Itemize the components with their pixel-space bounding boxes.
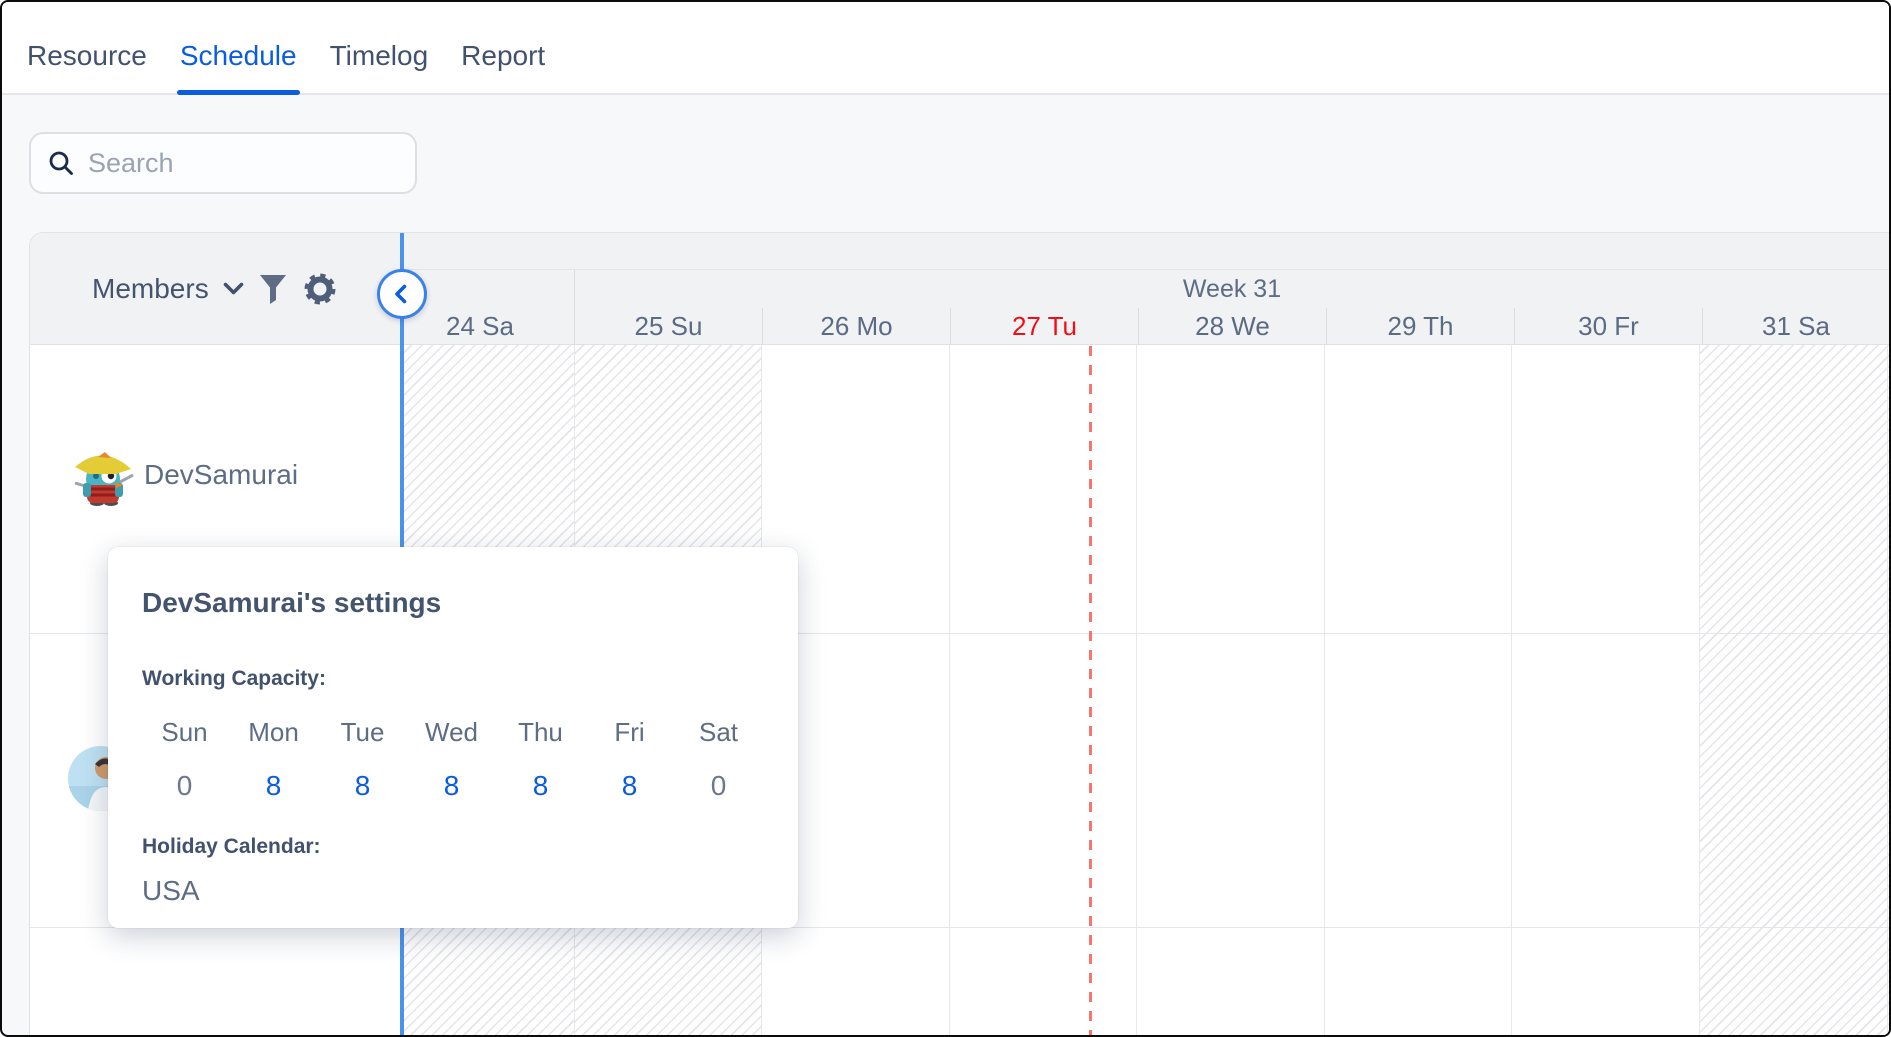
chevron-left-icon: [391, 283, 413, 305]
capacity-col: Thu 8: [496, 717, 585, 802]
tab-timelog[interactable]: Timelog: [330, 18, 429, 93]
capacity-day: Fri: [585, 717, 674, 748]
day-header[interactable]: 26 Mo: [762, 308, 950, 345]
tooltip-title: DevSamurai's settings: [142, 587, 441, 619]
tab-bar: Resource Schedule Timelog Report: [2, 2, 1889, 95]
capacity-col: Sat 0: [674, 717, 763, 802]
capacity-day: Sun: [140, 717, 229, 748]
capacity-value[interactable]: 8: [407, 770, 496, 802]
day-header-row: 24 Sa 25 Su 26 Mo 27 Tu 28 We 29 Th 30 F…: [386, 308, 1889, 345]
capacity-day: Thu: [496, 717, 585, 748]
capacity-value[interactable]: 0: [140, 770, 229, 802]
chevron-down-icon[interactable]: [223, 282, 244, 296]
capacity-value[interactable]: 8: [318, 770, 407, 802]
capacity-day: Sat: [674, 717, 763, 748]
gear-icon[interactable]: [302, 271, 338, 307]
capacity-col: Sun 0: [140, 717, 229, 802]
gridline: [1887, 345, 1888, 1035]
member-name[interactable]: DevSamurai: [144, 459, 298, 491]
day-header[interactable]: 29 Th: [1326, 308, 1514, 345]
members-header: Members: [92, 233, 338, 345]
week-header-row: Week 31: [402, 270, 1889, 308]
capacity-day: Mon: [229, 717, 318, 748]
gridline: [1511, 345, 1512, 1035]
tab-schedule[interactable]: Schedule: [180, 18, 297, 93]
tab-resource[interactable]: Resource: [27, 18, 147, 93]
grid-header: Week 31 24 Sa 25 Su 26 Mo 27 Tu 28 We 29…: [30, 233, 1889, 345]
gridline: [1699, 345, 1700, 1035]
day-header[interactable]: 30 Fr: [1514, 308, 1702, 345]
day-header[interactable]: 31 Sa: [1702, 308, 1889, 345]
search-input[interactable]: [88, 148, 442, 179]
capacity-col: Mon 8: [229, 717, 318, 802]
capacity-value[interactable]: 0: [674, 770, 763, 802]
gridline: [949, 345, 950, 1035]
day-header[interactable]: 28 We: [1138, 308, 1326, 345]
holiday-calendar-value: USA: [142, 875, 200, 907]
member-row[interactable]: DevSamurai: [71, 443, 298, 507]
holiday-calendar-label: Holiday Calendar:: [142, 835, 321, 859]
capacity-value[interactable]: 8: [229, 770, 318, 802]
capacity-col: Fri 8: [585, 717, 674, 802]
working-capacity-label: Working Capacity:: [142, 667, 326, 691]
search-icon: [47, 149, 75, 177]
capacity-value[interactable]: 8: [496, 770, 585, 802]
capacity-day: Tue: [318, 717, 407, 748]
capacity-col: Wed 8: [407, 717, 496, 802]
gridline: [1324, 345, 1325, 1035]
avatar-devsamurai: [71, 443, 135, 507]
capacity-value[interactable]: 8: [585, 770, 674, 802]
day-header-today[interactable]: 27 Tu: [950, 308, 1138, 345]
previous-week-cell: [402, 270, 574, 308]
members-label[interactable]: Members: [92, 273, 209, 305]
gridline: [1136, 345, 1137, 1035]
member-settings-tooltip: DevSamurai's settings Working Capacity: …: [108, 547, 798, 928]
filter-icon[interactable]: [258, 273, 288, 305]
weekend-hatch-sat2: [1699, 345, 1889, 1035]
capacity-day: Wed: [407, 717, 496, 748]
collapse-panel-button[interactable]: [377, 269, 427, 319]
day-header[interactable]: 25 Su: [574, 308, 762, 345]
current-time-line: [1089, 346, 1092, 1035]
app-window: Resource Schedule Timelog Report Week 31…: [0, 0, 1891, 1037]
search-box[interactable]: [29, 132, 417, 194]
tab-report[interactable]: Report: [461, 18, 545, 93]
capacity-col: Tue 8: [318, 717, 407, 802]
week-label: Week 31: [574, 270, 1889, 308]
capacity-table: Sun 0 Mon 8 Tue 8 Wed 8 Thu 8 Fri 8: [140, 717, 763, 802]
